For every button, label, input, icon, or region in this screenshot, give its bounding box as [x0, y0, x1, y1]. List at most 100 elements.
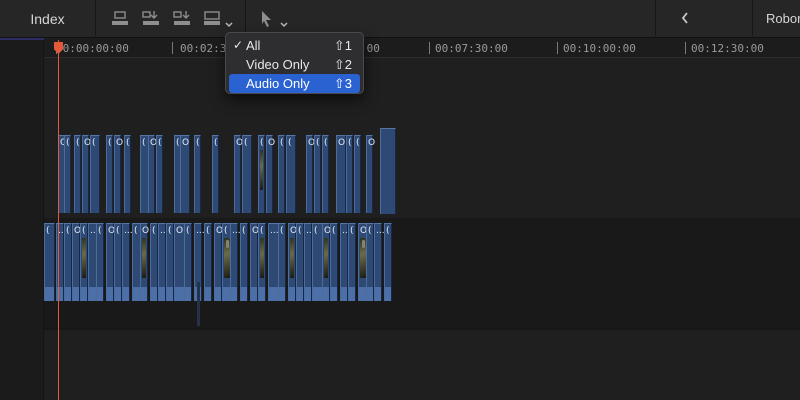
clip-thumbnail — [260, 150, 263, 190]
audio-waveform — [269, 287, 278, 301]
timeline-clip[interactable]: ( — [96, 223, 104, 301]
timeline-clip[interactable]: ( — [114, 223, 122, 301]
timeline-clip[interactable]: O — [306, 135, 315, 213]
timeline-clip[interactable]: ( — [240, 223, 248, 301]
timeline-clip[interactable]: ( — [74, 135, 81, 213]
playhead[interactable] — [54, 40, 63, 400]
timeline-clip[interactable]: ( — [64, 135, 71, 213]
timeline-clip[interactable]: ( — [296, 223, 304, 301]
timeline-clip[interactable]: ( — [124, 135, 131, 213]
timeline-clip[interactable]: O — [250, 223, 259, 301]
timeline-clip[interactable]: ... — [304, 223, 315, 301]
audio-waveform — [151, 287, 157, 301]
select-tool-icon[interactable] — [259, 10, 275, 28]
timeline-clip[interactable]: ( — [150, 223, 158, 301]
timeline-clip[interactable]: ( — [194, 135, 201, 213]
timeline-clip[interactable]: O — [114, 135, 123, 213]
timeline-clip[interactable]: ( — [278, 223, 286, 301]
timeline-clip[interactable]: ( — [384, 223, 392, 301]
timeline-clip[interactable]: ( — [314, 135, 321, 213]
insert-icon[interactable] — [141, 10, 161, 28]
connect-icon[interactable] — [110, 10, 130, 28]
timeline-clip[interactable]: ( — [204, 223, 212, 301]
timeline-area[interactable]: O((O((O((O((O((O((O((O((O((O( (...(O(...… — [44, 58, 800, 400]
clip-marker-icon: O — [338, 138, 346, 148]
timeline-clip[interactable]: ( — [346, 135, 353, 213]
timeline-clip[interactable]: ... — [340, 223, 351, 301]
index-button[interactable]: Index — [0, 0, 96, 38]
timeline-clip[interactable]: O — [288, 223, 297, 301]
timeline-clip[interactable]: ( — [278, 135, 285, 213]
timeline-gutter — [0, 38, 44, 400]
timeline-clip[interactable]: ( — [80, 223, 88, 301]
timeline-clip[interactable]: O — [366, 135, 376, 213]
timeline-clip[interactable]: O — [266, 135, 275, 213]
timeline-ruler[interactable]: 00:00:00:00 00:02:30:00 00:05:00:00 00:0… — [44, 38, 800, 58]
timeline-clip[interactable]: O — [140, 223, 149, 301]
ruler-timecode: 00:07:30:00 — [435, 42, 508, 55]
tool-menu-chevron-icon[interactable] — [280, 15, 288, 28]
timeline-clip[interactable]: O — [234, 135, 243, 213]
timeline-clip[interactable]: ... — [158, 223, 169, 301]
audio-waveform — [297, 287, 303, 301]
timeline-clip[interactable]: O — [106, 223, 115, 301]
clip-marker-icon: ( — [76, 138, 80, 148]
timeline-clip[interactable]: ( — [166, 223, 174, 301]
menu-item-audio-only[interactable]: Audio Only ⇧3 — [229, 74, 360, 93]
menu-item-video-only[interactable]: Video Only ⇧2 — [229, 55, 360, 74]
timeline-clip[interactable]: ( — [354, 135, 361, 213]
overwrite-icon[interactable] — [202, 10, 222, 28]
clip-thumbnail — [324, 238, 328, 278]
ruler-timecode: 00:10:00:00 — [563, 42, 636, 55]
timeline-clip[interactable]: ( — [322, 135, 329, 213]
thumbnail-subject — [226, 240, 229, 248]
clip-marker-icon: ( — [368, 226, 372, 236]
timeline-clip[interactable]: O — [322, 223, 331, 301]
clip-marker-icon: ( — [324, 138, 328, 148]
timeline-clip[interactable]: ( — [64, 223, 72, 301]
timeline-clip[interactable]: ( — [242, 135, 252, 213]
clip-marker-icon: ( — [142, 138, 146, 148]
timeline-clip[interactable]: O — [82, 135, 91, 213]
timeline-clip[interactable]: ( — [286, 135, 296, 213]
audio-waveform — [107, 287, 113, 301]
timeline-clip[interactable]: O — [336, 135, 346, 213]
timeline-clip[interactable] — [380, 128, 396, 214]
timeline-clip[interactable]: O — [148, 135, 157, 213]
menu-item-label: Video Only — [246, 57, 310, 72]
timeline-clip[interactable]: ... — [122, 223, 133, 301]
timeline-clip[interactable]: O — [72, 223, 81, 301]
timeline-clip[interactable]: ( — [366, 223, 374, 301]
clip-marker-icon: O — [182, 138, 190, 148]
checkmark-icon: ✓ — [233, 38, 244, 52]
clip-marker-icon: ( — [332, 226, 336, 236]
timeline-clip[interactable]: O — [180, 135, 190, 213]
timeline-clip[interactable]: ( — [90, 135, 100, 213]
audio-waveform — [175, 287, 184, 301]
timeline-clip[interactable]: ( — [258, 223, 266, 301]
timeline-clip[interactable]: ( — [212, 135, 219, 213]
clip-marker-icon: ( — [158, 138, 162, 148]
audio-waveform — [385, 287, 391, 301]
timeline-clip[interactable]: ( — [106, 135, 113, 213]
timeline-clip[interactable]: ... — [374, 223, 385, 301]
append-icon[interactable] — [172, 10, 192, 28]
menu-item-all[interactable]: ✓ All ⇧1 — [229, 36, 360, 55]
project-title: Robor — [766, 11, 800, 26]
timeline-clip[interactable]: ( — [44, 223, 55, 301]
clip-marker-icon: ( — [260, 226, 264, 236]
timeline-clip[interactable]: O — [214, 223, 223, 301]
timeline-clip[interactable]: ( — [330, 223, 338, 301]
clip-marker-icon: ( — [298, 226, 302, 236]
clip-marker-icon: O — [368, 138, 376, 148]
back-chevron-icon[interactable] — [680, 11, 690, 25]
timeline-clip[interactable]: ( — [156, 135, 163, 213]
timeline-clip[interactable]: ( — [348, 223, 356, 301]
menu-item-label: Audio Only — [246, 76, 310, 91]
ruler-tick — [429, 42, 430, 54]
timeline-clip[interactable]: ( — [258, 135, 265, 213]
clip-marker-icon: ( — [242, 226, 246, 236]
timeline-clip[interactable]: ( — [184, 223, 192, 301]
timeline-clip[interactable]: ... — [230, 223, 241, 301]
overwrite-menu-chevron-icon[interactable] — [225, 15, 233, 28]
